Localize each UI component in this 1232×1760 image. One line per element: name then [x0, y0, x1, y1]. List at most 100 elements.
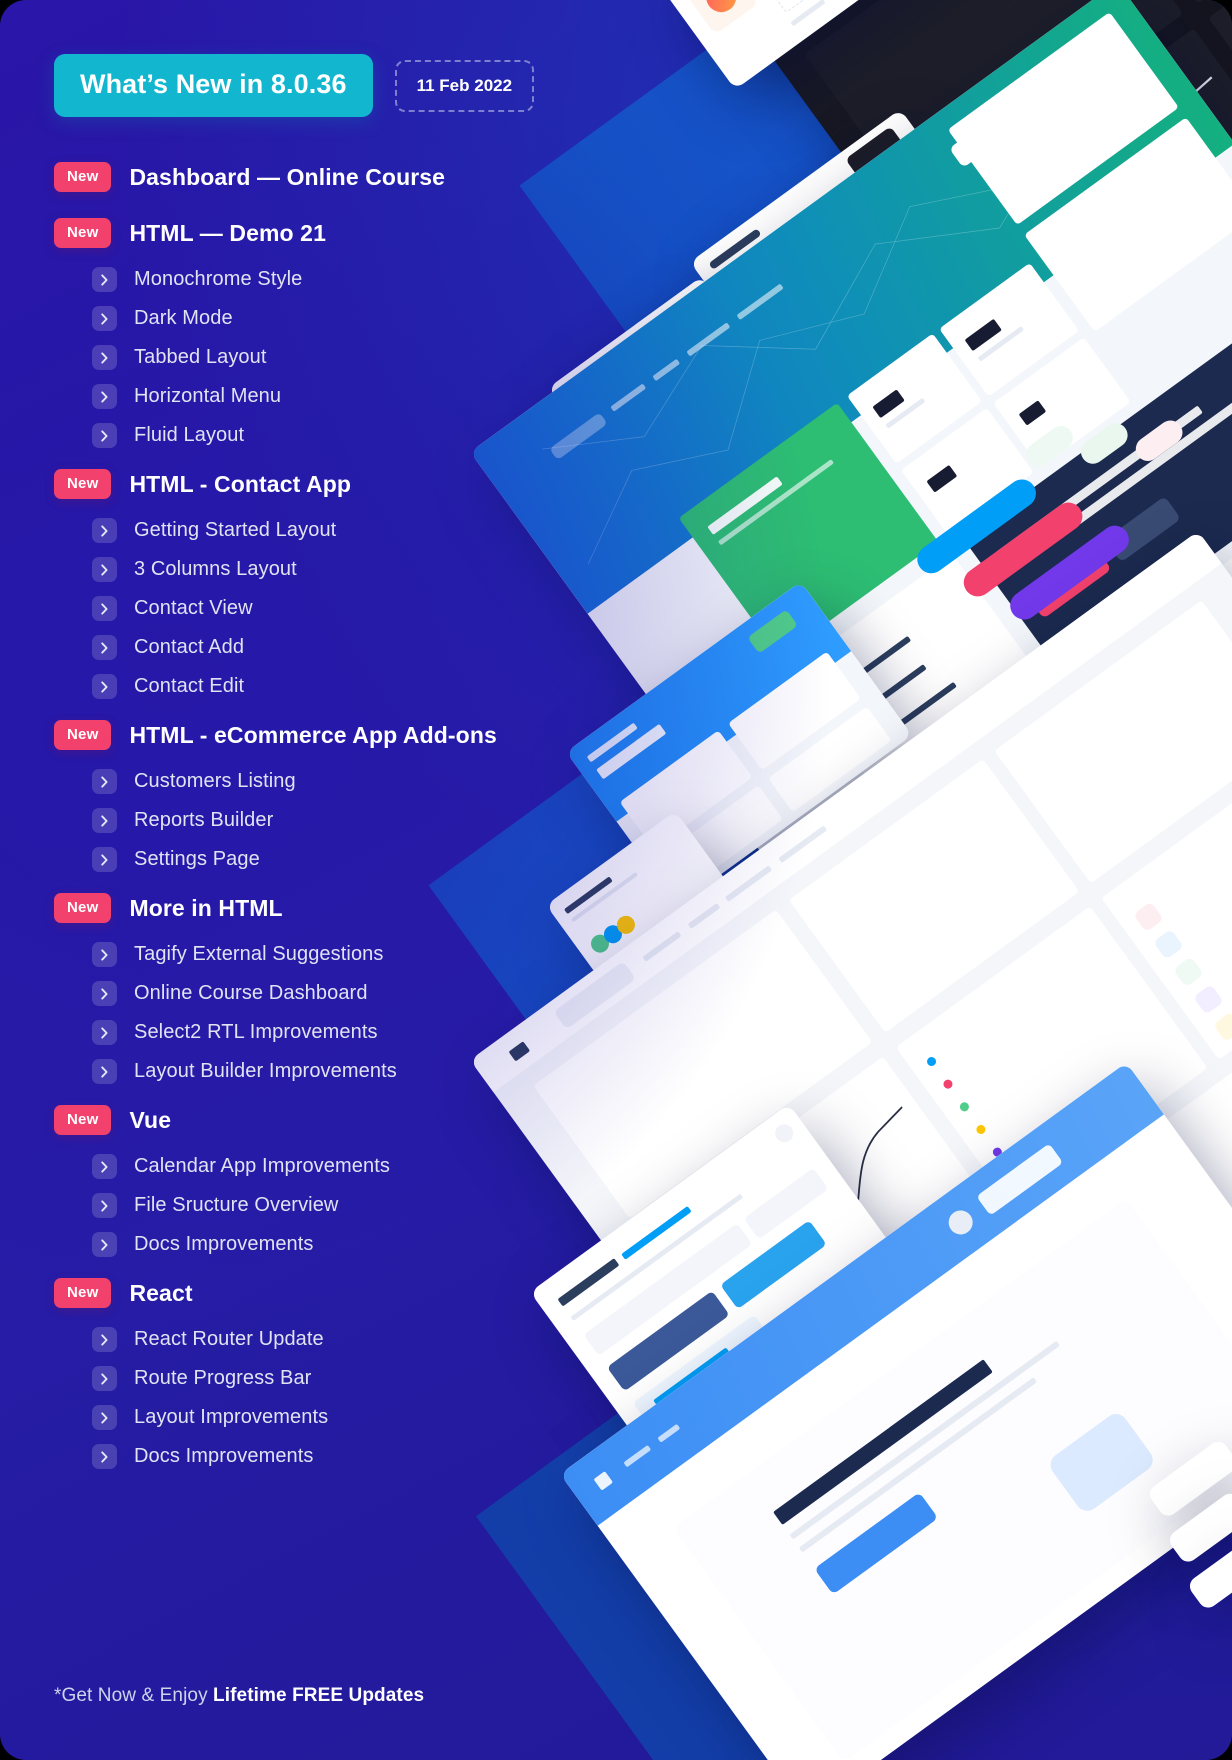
changelog-group-header: New HTML - Contact App: [54, 467, 629, 501]
group-title: HTML - eCommerce App Add-ons: [129, 721, 497, 748]
changelog-item-label: Route Progress Bar: [134, 1367, 312, 1389]
new-badge: New: [54, 162, 112, 192]
chevron-right-icon: [92, 769, 117, 794]
changelog-item-label: Reports Builder: [134, 809, 274, 831]
version-badge: What’s New in 8.0.36: [54, 54, 373, 117]
changelog-item-label: Customers Listing: [134, 770, 296, 792]
changelog-group-header: New React: [54, 1276, 629, 1310]
chevron-right-icon: [92, 384, 117, 409]
group-title: Dashboard — Online Course: [129, 163, 446, 190]
chevron-right-icon: [92, 674, 117, 699]
changelog-item-label: Select2 RTL Improvements: [134, 1021, 378, 1043]
changelog-item-label: 3 Columns Layout: [134, 558, 297, 580]
group-title: HTML - Contact App: [129, 470, 351, 497]
changelog-item[interactable]: Docs Improvements: [54, 1437, 629, 1476]
changelog-item-label: Tagify External Suggestions: [134, 943, 384, 965]
chevron-right-icon: [92, 1444, 117, 1469]
chevron-right-icon: [92, 847, 117, 872]
changelog-item[interactable]: React Router Update: [54, 1320, 629, 1359]
changelog-item-label: Settings Page: [134, 848, 260, 870]
changelog-group-header: New Dashboard — Online Course: [54, 160, 629, 194]
changelog-item[interactable]: Route Progress Bar: [54, 1359, 629, 1398]
changelog-item-label: File Sructure Overview: [134, 1194, 339, 1216]
changelog-item-label: Contact Add: [134, 636, 245, 658]
changelog-item[interactable]: Monochrome Style: [54, 260, 629, 299]
new-badge: New: [54, 1105, 112, 1135]
changelog-item-label: Tabbed Layout: [134, 346, 267, 368]
changelog-item-label: Docs Improvements: [134, 1233, 314, 1255]
new-badge: New: [54, 893, 112, 923]
changelog-item[interactable]: Customers Listing: [54, 762, 629, 801]
screen-contacts-app: [560, 1062, 1232, 1760]
changelog-item[interactable]: Horizontal Menu: [54, 377, 629, 416]
group-title: More in HTML: [129, 894, 283, 921]
changelog-item-label: Dark Mode: [134, 307, 233, 329]
chevron-right-icon: [92, 1366, 117, 1391]
changelog-item-label: Docs Improvements: [134, 1445, 314, 1467]
chevron-right-icon: [92, 981, 117, 1006]
changelog-item-label: React Router Update: [134, 1328, 324, 1350]
changelog-item-label: Monochrome Style: [134, 268, 303, 290]
changelog-item-label: Horizontal Menu: [134, 385, 282, 407]
chevron-right-icon: [92, 596, 117, 621]
changelog-item[interactable]: Tagify External Suggestions: [54, 935, 629, 974]
changelog-item[interactable]: Dark Mode: [54, 299, 629, 338]
changelog-item[interactable]: Contact Add: [54, 628, 629, 667]
screen-green-chart-card: [690, 109, 1007, 408]
chevron-right-icon: [92, 1059, 117, 1084]
chevron-right-icon: [92, 1327, 117, 1352]
changelog-item[interactable]: Calendar App Improvements: [54, 1147, 629, 1186]
promo-banner: What’s New in 8.0.36 11 Feb 2022 New Dash…: [0, 0, 1232, 1760]
changelog-list: New Dashboard — Online Course New HTML — De…: [54, 160, 629, 1476]
changelog-item[interactable]: Reports Builder: [54, 801, 629, 840]
chevron-right-icon: [92, 635, 117, 660]
chevron-right-icon: [92, 1154, 117, 1179]
changelog-item-label: Layout Builder Improvements: [134, 1060, 397, 1082]
changelog-group-header: New Vue: [54, 1103, 629, 1137]
changelog-group-header: New HTML — Demo 21: [54, 216, 629, 250]
group-title: HTML — Demo 21: [129, 219, 326, 246]
changelog-item[interactable]: 3 Columns Layout: [54, 550, 629, 589]
changelog-item[interactable]: File Sructure Overview: [54, 1186, 629, 1225]
chevron-right-icon: [92, 942, 117, 967]
chevron-right-icon: [92, 808, 117, 833]
changelog-item[interactable]: Contact Edit: [54, 667, 629, 706]
screen-dark-demo-21: [716, 0, 1232, 401]
changelog-item[interactable]: Contact View: [54, 589, 629, 628]
changelog-group-header: New HTML - eCommerce App Add-ons: [54, 718, 629, 752]
header-row: What’s New in 8.0.36 11 Feb 2022: [54, 54, 535, 117]
screen-side-tab-demos: [1146, 1437, 1232, 1520]
chevron-right-icon: [92, 306, 117, 331]
changelog-item[interactable]: Getting Started Layout: [54, 511, 629, 550]
changelog-item[interactable]: Settings Page: [54, 840, 629, 879]
chevron-right-icon: [92, 557, 117, 582]
chevron-right-icon: [92, 423, 117, 448]
changelog-item-label: Fluid Layout: [134, 424, 245, 446]
changelog-item[interactable]: Fluid Layout: [54, 416, 629, 455]
chevron-right-icon: [92, 1405, 117, 1430]
changelog-group-header: New More in HTML: [54, 891, 629, 925]
changelog-item[interactable]: Layout Builder Improvements: [54, 1052, 629, 1091]
screen-schedule-pills: [900, 352, 1232, 726]
changelog-item-label: Contact View: [134, 597, 253, 619]
chevron-right-icon: [92, 1232, 117, 1257]
changelog-item[interactable]: Online Course Dashboard: [54, 974, 629, 1013]
chevron-right-icon: [92, 345, 117, 370]
screen-side-tab-buy-now: [1186, 1529, 1232, 1612]
new-badge: New: [54, 1278, 112, 1308]
new-badge: New: [54, 218, 112, 248]
changelog-item[interactable]: Tabbed Layout: [54, 338, 629, 377]
group-title: Vue: [129, 1106, 172, 1133]
changelog-item-label: Getting Started Layout: [134, 519, 337, 541]
changelog-item[interactable]: Docs Improvements: [54, 1225, 629, 1264]
changelog-item-label: Contact Edit: [134, 675, 245, 697]
changelog-item[interactable]: Select2 RTL Improvements: [54, 1013, 629, 1052]
screen-crm-project-card: [660, 0, 1189, 90]
changelog-item[interactable]: Layout Improvements: [54, 1398, 629, 1437]
footnote-plain: *Get Now & Enjoy: [54, 1685, 214, 1706]
